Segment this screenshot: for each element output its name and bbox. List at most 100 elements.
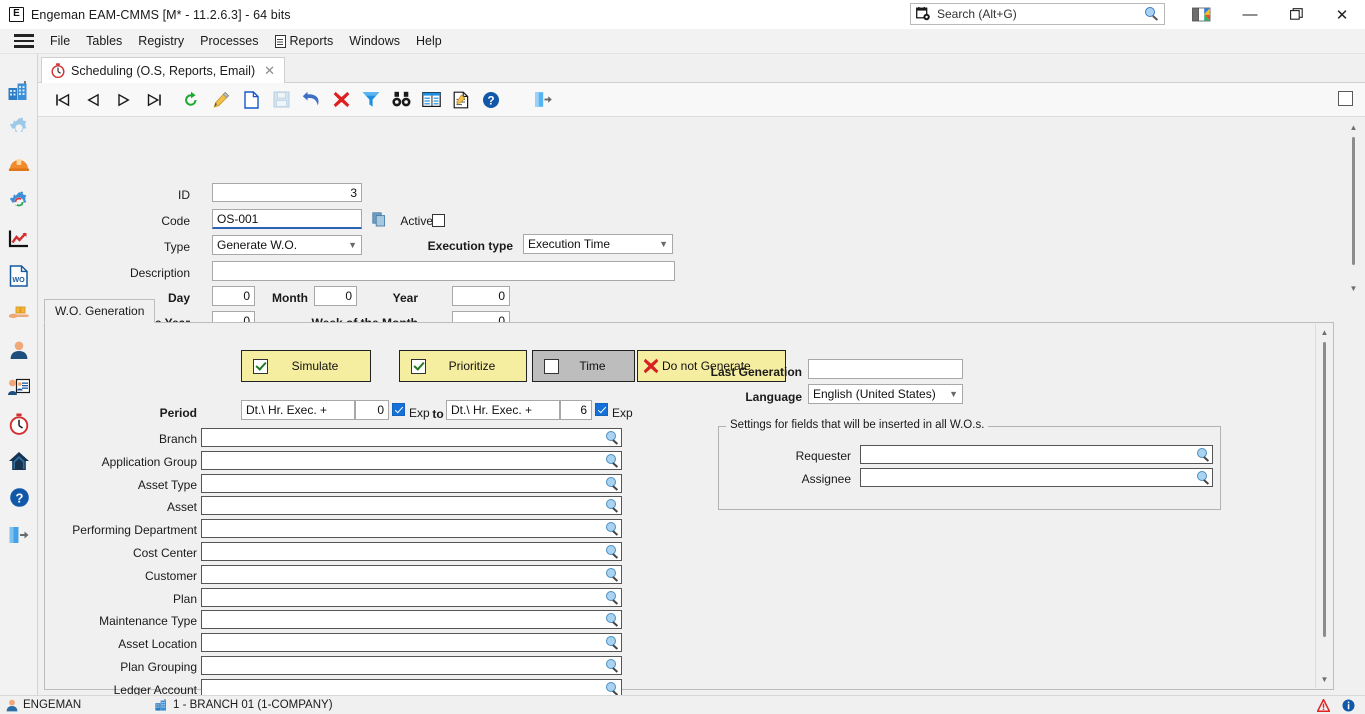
- previous-record-button[interactable]: [78, 85, 108, 115]
- lookup-icon[interactable]: [605, 453, 619, 468]
- edit-button[interactable]: [206, 85, 236, 115]
- undo-button[interactable]: [296, 85, 326, 115]
- lookup-field-plan-grouping[interactable]: [201, 656, 622, 675]
- hand-package-icon[interactable]: [0, 294, 38, 331]
- menu-item-registry[interactable]: Registry: [130, 29, 192, 54]
- execution-type-select[interactable]: Execution Time ▼: [523, 234, 673, 254]
- scroll-down-arrow-icon[interactable]: ▼: [1316, 671, 1333, 688]
- lookup-icon[interactable]: [605, 567, 619, 582]
- lookup-field-asset-type[interactable]: [201, 473, 622, 493]
- lookup-field-cost-center[interactable]: [201, 542, 622, 561]
- period-from-value[interactable]: 0: [355, 400, 389, 420]
- help-button[interactable]: ?: [476, 85, 506, 115]
- global-search-box[interactable]: Search (Alt+G): [910, 3, 1165, 25]
- requester-field[interactable]: [860, 445, 1213, 464]
- last-generation-field[interactable]: [808, 359, 963, 379]
- day-field[interactable]: 0: [212, 286, 255, 306]
- lookup-icon[interactable]: [605, 522, 619, 536]
- first-record-button[interactable]: [48, 85, 78, 115]
- lookup-icon[interactable]: [605, 681, 619, 696]
- filter-button[interactable]: [356, 85, 386, 115]
- lookup-field-plan[interactable]: [201, 587, 622, 607]
- lookup-icon[interactable]: [605, 499, 619, 513]
- year-field[interactable]: 0: [452, 286, 510, 306]
- find-button[interactable]: [386, 85, 416, 115]
- scroll-up-arrow-icon[interactable]: ▲: [1345, 119, 1362, 136]
- copy-icon[interactable]: [372, 212, 387, 227]
- lookup-icon[interactable]: [605, 613, 619, 627]
- lookup-icon[interactable]: [1196, 448, 1210, 462]
- maximize-button[interactable]: [1273, 0, 1319, 29]
- menu-item-file[interactable]: File: [42, 29, 78, 54]
- lookup-icon[interactable]: [605, 545, 619, 559]
- help-icon[interactable]: ?: [0, 479, 38, 516]
- minimize-button[interactable]: —: [1227, 0, 1273, 29]
- scroll-down-arrow-icon[interactable]: ▼: [1345, 280, 1362, 297]
- lookup-icon[interactable]: [605, 476, 619, 491]
- menu-item-reports[interactable]: Reports: [267, 29, 342, 54]
- theme-palette-icon[interactable]: [1191, 0, 1213, 29]
- lookup-icon[interactable]: [605, 431, 619, 445]
- menu-item-processes[interactable]: Processes: [192, 29, 266, 54]
- period-to-basis[interactable]: Dt.\ Hr. Exec. +: [446, 400, 560, 420]
- global-search-input[interactable]: Search (Alt+G): [937, 7, 1144, 21]
- scrollbar-thumb[interactable]: [1323, 342, 1326, 637]
- hardhat-icon[interactable]: [0, 146, 38, 183]
- exit-button[interactable]: [528, 85, 558, 115]
- description-field[interactable]: [212, 261, 675, 281]
- panel-scrollbar[interactable]: ▲ ▼: [1315, 324, 1332, 688]
- period-from-basis[interactable]: Dt.\ Hr. Exec. +: [241, 400, 355, 420]
- lookup-field-asset-location[interactable]: [201, 633, 622, 653]
- active-checkbox[interactable]: [432, 214, 445, 227]
- lookup-icon[interactable]: [605, 590, 619, 605]
- close-icon[interactable]: ✕: [261, 63, 278, 79]
- employee-badge-icon[interactable]: [0, 368, 38, 405]
- lookup-field-maintenance-type[interactable]: [201, 610, 622, 630]
- period-to-value[interactable]: 6: [560, 400, 592, 420]
- toggle-simulate[interactable]: Simulate: [241, 350, 371, 382]
- user-icon[interactable]: [0, 331, 38, 368]
- lookup-field-customer[interactable]: [201, 564, 622, 584]
- next-record-button[interactable]: [108, 85, 138, 115]
- assignee-field[interactable]: [860, 468, 1213, 487]
- maximize-restore-box[interactable]: [1338, 91, 1353, 106]
- document-tab-scheduling[interactable]: Scheduling (O.S, Reports, Email) ✕: [41, 57, 286, 83]
- info-icon[interactable]: [1342, 699, 1355, 712]
- code-field[interactable]: OS-001: [212, 209, 362, 229]
- search-icon[interactable]: [1144, 6, 1160, 22]
- close-button[interactable]: ✕: [1319, 0, 1365, 29]
- gear-icon[interactable]: [0, 109, 38, 146]
- toggle-prioritize[interactable]: Prioritize: [399, 350, 527, 382]
- work-order-document-icon[interactable]: WO: [0, 257, 38, 294]
- scroll-up-arrow-icon[interactable]: ▲: [1316, 324, 1333, 341]
- period-from-exp-checkbox[interactable]: [392, 403, 405, 416]
- menu-item-windows[interactable]: Windows: [341, 29, 408, 54]
- hamburger-menu-icon[interactable]: [6, 34, 42, 48]
- logout-icon[interactable]: [0, 516, 38, 553]
- language-select[interactable]: English (United States) ▼: [808, 384, 963, 404]
- new-button[interactable]: [236, 85, 266, 115]
- chart-trend-icon[interactable]: [0, 220, 38, 257]
- id-field[interactable]: 3: [212, 183, 362, 202]
- lookup-field-performing-department[interactable]: [201, 519, 622, 539]
- lookup-icon[interactable]: [1196, 471, 1210, 485]
- last-record-button[interactable]: [138, 85, 168, 115]
- period-to-exp-checkbox[interactable]: [595, 403, 608, 416]
- home-icon[interactable]: [0, 442, 38, 479]
- lookup-field-branch[interactable]: [201, 428, 622, 447]
- delete-button[interactable]: [326, 85, 356, 115]
- lookup-field-asset[interactable]: [201, 496, 622, 516]
- lookup-icon[interactable]: [605, 636, 619, 650]
- toggle-time[interactable]: Time: [532, 350, 635, 382]
- tab-wo-generation[interactable]: W.O. Generation: [44, 299, 156, 323]
- menu-item-help[interactable]: Help: [408, 29, 450, 54]
- grid-view-button[interactable]: [416, 85, 446, 115]
- stopwatch-icon[interactable]: [0, 405, 38, 442]
- lookup-field-application-group[interactable]: [201, 450, 622, 470]
- refresh-button[interactable]: [176, 85, 206, 115]
- type-select[interactable]: Generate W.O. ▼: [212, 235, 362, 255]
- gear-refresh-icon[interactable]: [0, 183, 38, 220]
- scrollbar-thumb[interactable]: [1352, 137, 1355, 265]
- lookup-icon[interactable]: [605, 659, 619, 673]
- menu-item-tables[interactable]: Tables: [78, 29, 130, 54]
